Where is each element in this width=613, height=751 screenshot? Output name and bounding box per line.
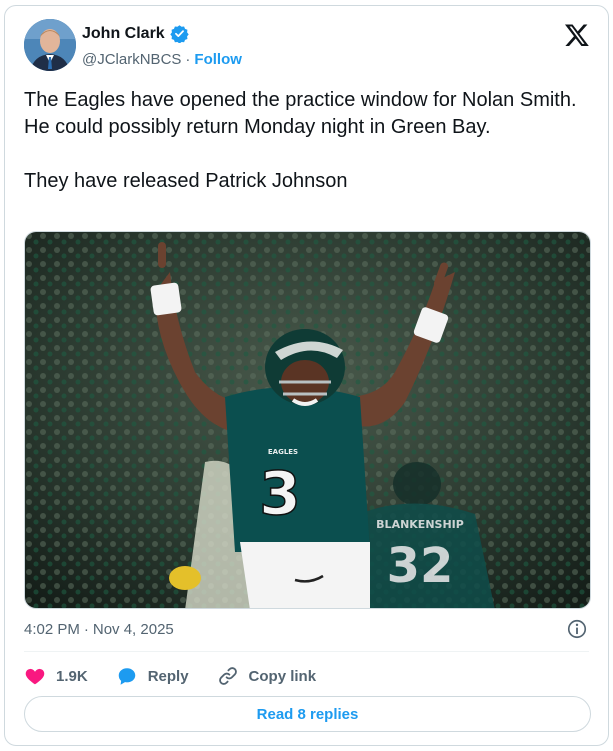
verified-badge-icon [170,24,189,44]
jersey-number: 3 [259,459,301,529]
tweet-date: Nov 4, 2025 [92,621,174,638]
copy-link-label: Copy link [248,667,317,685]
tweet-text: The Eagles have opened the practice wind… [24,89,577,192]
author-name-row: John Clark [82,24,189,44]
link-icon [218,667,237,685]
heart-icon [25,668,45,685]
background-name-text: BLANKENSHIP [376,518,464,531]
jersey-text: EAGLES [268,448,298,456]
handle-row: @JClarkNBCS · Follow [82,51,242,68]
background-jersey-number: 32 [387,538,454,594]
like-button[interactable]: 1.9K [24,665,88,687]
avatar[interactable] [24,19,76,71]
timestamp-row[interactable]: 4:02 PM · Nov 4, 2025 [24,621,174,638]
tweet-time: 4:02 PM [24,621,80,638]
copy-link-button[interactable]: Copy link [217,665,317,687]
like-count: 1.9K [56,667,88,685]
author-handle[interactable]: @JClarkNBCS [82,51,181,68]
time-separator: · [83,621,89,638]
reply-label: Reply [147,667,189,685]
x-logo-icon[interactable] [564,22,590,48]
divider [24,651,589,652]
tweet-card: John Clark @JClarkNBCS · Follow The Eagl… [4,5,609,746]
follow-button[interactable]: Follow [194,51,242,68]
reply-bubble-icon [118,668,135,685]
read-replies-button[interactable]: Read 8 replies [24,696,591,732]
info-icon[interactable] [566,618,588,640]
reply-button[interactable]: Reply [116,665,189,687]
author-name[interactable]: John Clark [82,25,165,43]
action-bar: 1.9K Reply Copy link [24,661,344,691]
tweet-photo[interactable]: 32 BLANKENSHIP EAGLES 3 [24,231,591,609]
handle-separator: · [185,51,191,68]
